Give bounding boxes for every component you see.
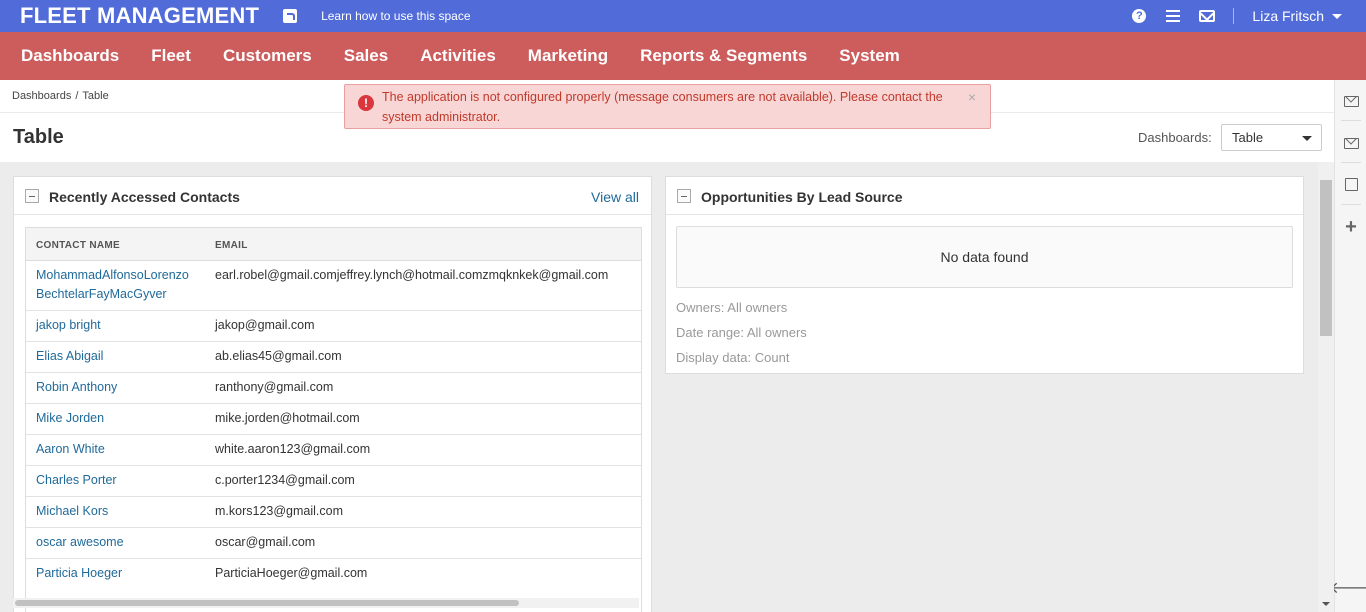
nav-reports-segments[interactable]: Reports & Segments <box>640 46 807 66</box>
table-row[interactable]: Michael Kors m.kors123@gmail.com <box>26 497 641 528</box>
scrollbar-thumb[interactable] <box>1320 180 1332 336</box>
collapse-button[interactable] <box>677 189 691 203</box>
dashboards-label: Dashboards: <box>1138 130 1212 145</box>
table-row[interactable]: MohammadAlfonsoLorenzo BechtelarFayMacGy… <box>26 261 641 311</box>
dashboard-select-value: Table <box>1232 130 1264 145</box>
dashboard-select[interactable]: Table <box>1221 124 1322 151</box>
mail-icon[interactable] <box>1199 10 1216 22</box>
table-row[interactable]: oscar awesome oscar@gmail.com <box>26 528 641 559</box>
contact-name-link[interactable]: Mike Jorden <box>36 409 104 428</box>
table-row[interactable]: Robin Anthony ranthony@gmail.com <box>26 373 641 404</box>
app-brand[interactable]: FLEET MANAGEMENT <box>20 3 259 29</box>
view-all-link[interactable]: View all <box>591 189 639 205</box>
share-icon[interactable] <box>283 9 298 23</box>
owners-filter: Owners: All owners <box>676 300 788 315</box>
widget-title: Opportunities By Lead Source <box>701 189 903 205</box>
contact-name-link[interactable]: Robin Anthony <box>36 378 117 397</box>
nav-customers[interactable]: Customers <box>223 46 312 66</box>
nav-fleet[interactable]: Fleet <box>151 46 191 66</box>
breadcrumb-current: Table <box>82 90 109 102</box>
table-row[interactable]: Elias Abigail ab.elias45@gmail.com <box>26 342 641 373</box>
page-title: Table <box>13 126 64 148</box>
breadcrumb: Dashboards / Table <box>12 90 109 102</box>
nav-dashboards[interactable]: Dashboards <box>21 46 119 66</box>
plus-icon[interactable]: + <box>1343 217 1359 237</box>
contact-email: mike.jorden@hotmail.com <box>215 411 360 425</box>
contact-name-link[interactable]: Aaron White <box>36 440 105 459</box>
nav-activities[interactable]: Activities <box>420 46 496 66</box>
contact-name-link[interactable]: MohammadAlfonsoLorenzo BechtelarFayMacGy… <box>36 266 189 304</box>
alert-message: The application is not configured proper… <box>382 90 943 124</box>
divider <box>1341 204 1361 205</box>
contact-email: jakop@gmail.com <box>215 318 315 332</box>
table-row[interactable]: Aaron White white.aaron123@gmail.com <box>26 435 641 466</box>
page-scrollbar[interactable] <box>1318 162 1334 612</box>
top-right-controls: ? Liza Fritsch <box>1132 0 1366 32</box>
breadcrumb-separator: / <box>75 90 79 102</box>
error-alert: ! The application is not configured prop… <box>344 84 991 129</box>
scroll-down-icon[interactable] <box>1322 602 1330 606</box>
error-icon: ! <box>358 95 374 111</box>
arrow-left-icon[interactable]: 🡐 <box>1330 581 1366 597</box>
contacts-table: CONTACT NAME EMAIL MohammadAlfonsoLorenz… <box>25 227 642 612</box>
note-icon[interactable] <box>1343 176 1359 192</box>
contact-email: c.porter1234@gmail.com <box>215 473 355 487</box>
main-nav: Dashboards Fleet Customers Sales Activit… <box>0 32 1366 80</box>
widget-header: Opportunities By Lead Source <box>666 177 1303 215</box>
recently-accessed-contacts-widget: Recently Accessed Contacts View all CONT… <box>13 176 652 612</box>
top-bar: FLEET MANAGEMENT Learn how to use this s… <box>0 0 1366 32</box>
table-row[interactable]: jakop bright jakop@gmail.com <box>26 311 641 342</box>
contact-name-link[interactable]: oscar awesome <box>36 533 124 552</box>
mail-icon[interactable] <box>1343 93 1359 109</box>
column-header-email[interactable]: EMAIL <box>215 240 248 251</box>
table-horizontal-scrollbar[interactable] <box>13 598 639 608</box>
table-row[interactable]: Mike Jorden mike.jorden@hotmail.com <box>26 404 641 435</box>
contact-name-link[interactable]: Elias Abigail <box>36 347 103 366</box>
column-header-contact-name[interactable]: CONTACT NAME <box>36 240 120 251</box>
close-icon[interactable]: × <box>968 87 976 107</box>
no-data-message: No data found <box>676 226 1293 288</box>
contact-name-link[interactable]: Particia Hoeger <box>36 564 122 583</box>
contact-email: white.aaron123@gmail.com <box>215 442 371 456</box>
learn-link[interactable]: Learn how to use this space <box>321 9 470 23</box>
breadcrumb-parent[interactable]: Dashboards <box>12 90 71 102</box>
table-header: CONTACT NAME EMAIL <box>26 228 641 261</box>
scrollbar-thumb[interactable] <box>15 600 519 606</box>
contact-email: ab.elias45@gmail.com <box>215 349 342 363</box>
mail-icon[interactable] <box>1343 135 1359 151</box>
tasks-menu-icon[interactable] <box>1166 10 1181 22</box>
divider <box>1341 162 1361 163</box>
contact-email: ranthony@gmail.com <box>215 380 334 394</box>
right-sidebar: + 🡐 <box>1330 80 1366 612</box>
contact-email: oscar@gmail.com <box>215 535 316 549</box>
divider <box>1233 8 1235 24</box>
table-row[interactable]: Charles Porter c.porter1234@gmail.com <box>26 466 641 497</box>
contact-email: earl.robel@gmail.comjeffrey.lynch@hotmai… <box>215 268 609 282</box>
user-menu[interactable]: Liza Fritsch <box>1252 8 1324 24</box>
nav-system[interactable]: System <box>839 46 899 66</box>
collapse-button[interactable] <box>25 189 39 203</box>
contact-email: m.kors123@gmail.com <box>215 504 344 518</box>
widget-title: Recently Accessed Contacts <box>49 189 240 205</box>
contact-name-link[interactable]: jakop bright <box>36 316 101 335</box>
display-data-filter: Display data: Count <box>676 350 790 365</box>
divider <box>1341 120 1361 121</box>
date-range-filter: Date range: All owners <box>676 325 807 340</box>
help-icon[interactable]: ? <box>1132 9 1147 23</box>
contact-email: ParticiaHoeger@gmail.com <box>215 566 368 580</box>
chevron-down-icon[interactable] <box>1332 13 1342 19</box>
contact-name-link[interactable]: Michael Kors <box>36 502 108 521</box>
opportunities-by-lead-source-widget: Opportunities By Lead Source No data fou… <box>665 176 1304 374</box>
chevron-down-icon <box>1302 136 1312 141</box>
nav-marketing[interactable]: Marketing <box>528 46 608 66</box>
table-row[interactable]: Particia Hoeger ParticiaHoeger@gmail.com <box>26 559 641 590</box>
widget-header: Recently Accessed Contacts View all <box>14 177 651 215</box>
nav-sales[interactable]: Sales <box>344 46 388 66</box>
contact-name-link[interactable]: Charles Porter <box>36 471 117 490</box>
